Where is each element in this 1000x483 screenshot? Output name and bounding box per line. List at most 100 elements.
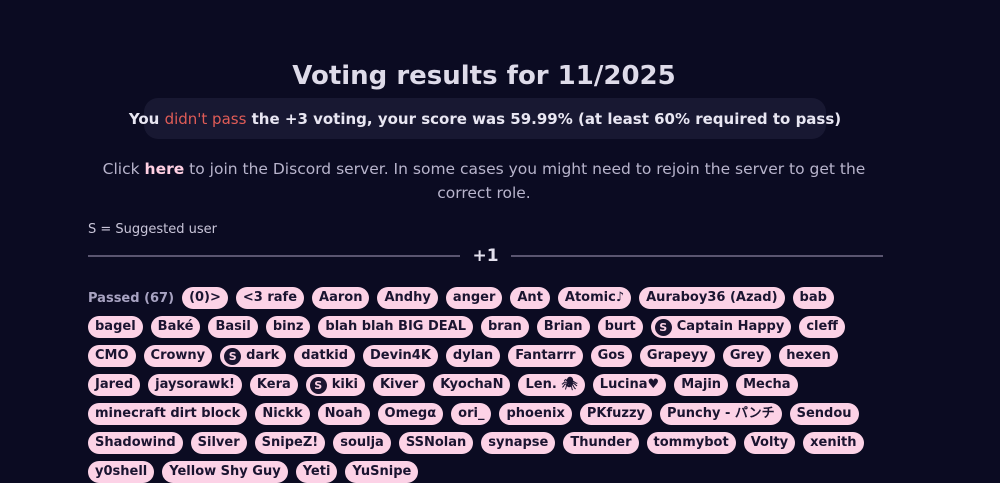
user-chip: S Captain Happy bbox=[650, 316, 792, 338]
user-chip: Thunder bbox=[563, 432, 639, 454]
user-chip: Jared bbox=[88, 374, 141, 396]
user-name: blah blah BIG DEAL bbox=[325, 319, 466, 334]
user-chip: Omegα bbox=[377, 403, 444, 425]
user-chip: Yeti bbox=[295, 461, 338, 483]
user-name: Aaron bbox=[319, 290, 363, 305]
discord-suffix: to join the Discord server. In some case… bbox=[184, 160, 866, 202]
discord-link[interactable]: here bbox=[145, 160, 185, 178]
user-chip: Ant bbox=[510, 287, 550, 309]
user-name: Ant bbox=[517, 290, 543, 305]
user-name: kiki bbox=[331, 377, 358, 392]
discord-info: Click here to join the Discord server. I… bbox=[100, 157, 868, 205]
user-name: CMO bbox=[95, 348, 129, 363]
user-chip: bab bbox=[792, 287, 834, 309]
user-name: Lucina♥ bbox=[599, 377, 660, 392]
user-chip: Baké bbox=[150, 316, 201, 338]
user-name: Majin bbox=[681, 377, 722, 392]
user-chip: y0shell bbox=[88, 461, 155, 483]
user-chip: Shadowind bbox=[88, 432, 183, 454]
passed-users-list: Passed (67) (0)> <3 rafe Aaron Andhy anger An… bbox=[88, 287, 888, 483]
user-chip: synapse bbox=[481, 432, 556, 454]
user-chip: Devin4K bbox=[363, 345, 438, 367]
user-name: dylan bbox=[452, 348, 494, 363]
user-name: burt bbox=[604, 319, 636, 334]
passed-count-label: Passed (67) bbox=[88, 290, 175, 306]
user-name: Kiver bbox=[379, 377, 419, 392]
user-chip: xenith bbox=[803, 432, 864, 454]
user-name: y0shell bbox=[95, 464, 148, 479]
user-name: jaysorawk! bbox=[155, 377, 235, 392]
user-name: cleff bbox=[806, 319, 838, 334]
user-chip: Mecha bbox=[736, 374, 798, 396]
user-chip: Sdark bbox=[220, 345, 287, 367]
user-chip: Sendou bbox=[789, 403, 859, 425]
user-chip: jaysorawk! bbox=[148, 374, 242, 396]
user-chip: dylan bbox=[445, 345, 501, 367]
user-name: YuSnipe bbox=[352, 464, 412, 479]
user-chip: ori_ bbox=[451, 403, 492, 425]
user-name: Mecha bbox=[743, 377, 791, 392]
user-name: bab bbox=[799, 290, 827, 305]
user-chip: binz bbox=[265, 316, 311, 338]
user-name: phoenix bbox=[506, 406, 565, 421]
user-chip: Kera bbox=[249, 374, 298, 396]
user-chip: Grapeyy bbox=[639, 345, 715, 367]
user-chip: Auraboy36 (Azad) bbox=[639, 287, 785, 309]
page-title: Voting results for 11/2025 bbox=[292, 61, 676, 92]
user-name: Atomic♪ bbox=[564, 290, 625, 305]
user-chip: Aaron bbox=[312, 287, 370, 309]
user-name: Omegα bbox=[384, 406, 437, 421]
user-name: Captain Happy bbox=[676, 319, 785, 334]
user-chip: Skiki bbox=[305, 374, 365, 396]
user-name: SSNolan bbox=[405, 435, 467, 450]
user-chip: Gos bbox=[590, 345, 632, 367]
user-chip: Atomic♪ bbox=[557, 287, 632, 309]
result-summary-box: You didn't pass the +3 voting, your scor… bbox=[129, 98, 841, 139]
user-name: Brian bbox=[543, 319, 583, 334]
user-chip: Len. 🕷 bbox=[518, 374, 585, 396]
user-name: Grey bbox=[729, 348, 765, 363]
user-name: binz bbox=[272, 319, 304, 334]
user-name: hexen bbox=[786, 348, 831, 363]
user-name: Crowny bbox=[150, 348, 206, 363]
user-name: Auraboy36 (Azad) bbox=[646, 290, 778, 305]
user-name: bagel bbox=[95, 319, 136, 334]
discord-prefix: Click bbox=[102, 160, 145, 178]
user-name: Silver bbox=[197, 435, 240, 450]
user-name: Shadowind bbox=[95, 435, 176, 450]
user-name: bran bbox=[488, 319, 522, 334]
divider-line-left bbox=[88, 255, 461, 257]
user-name: Gos bbox=[597, 348, 625, 363]
user-name: Yellow Shy Guy bbox=[169, 464, 281, 479]
user-chip: tommybot bbox=[646, 432, 736, 454]
user-chip: CMO bbox=[88, 345, 136, 367]
user-name: Len. 🕷 bbox=[525, 377, 578, 392]
user-name: Noah bbox=[324, 406, 363, 421]
user-name: PKfuzzy bbox=[586, 406, 646, 421]
user-chip: blah blah BIG DEAL bbox=[318, 316, 473, 338]
user-chip: hexen bbox=[779, 345, 838, 367]
section-divider: +1 bbox=[88, 244, 884, 268]
user-chip: Andhy bbox=[377, 287, 438, 309]
user-chip: YuSnipe bbox=[345, 461, 419, 483]
user-name: Yeti bbox=[302, 464, 331, 479]
user-name: Kera bbox=[256, 377, 291, 392]
user-name: Fantarrr bbox=[515, 348, 576, 363]
user-name: datkid bbox=[301, 348, 348, 363]
user-name: synapse bbox=[488, 435, 549, 450]
user-name: Nickk bbox=[262, 406, 303, 421]
user-name: Andhy bbox=[384, 290, 431, 305]
user-name: soulja bbox=[340, 435, 384, 450]
user-chip: cleff bbox=[799, 316, 845, 338]
user-chip: Noah bbox=[317, 403, 370, 425]
user-name: ori_ bbox=[458, 406, 485, 421]
user-chip: minecraft dirt block bbox=[88, 403, 248, 425]
user-name: Punchy - パンチ bbox=[667, 406, 775, 421]
suggested-legend: S = Suggested user bbox=[88, 222, 218, 237]
user-chip: Yellow Shy Guy bbox=[162, 461, 288, 483]
user-name: dark bbox=[246, 348, 280, 363]
suggested-user-icon: S bbox=[654, 318, 672, 336]
user-name: Sendou bbox=[796, 406, 852, 421]
user-chip: Nickk bbox=[255, 403, 310, 425]
result-status: didn't pass bbox=[164, 109, 247, 128]
